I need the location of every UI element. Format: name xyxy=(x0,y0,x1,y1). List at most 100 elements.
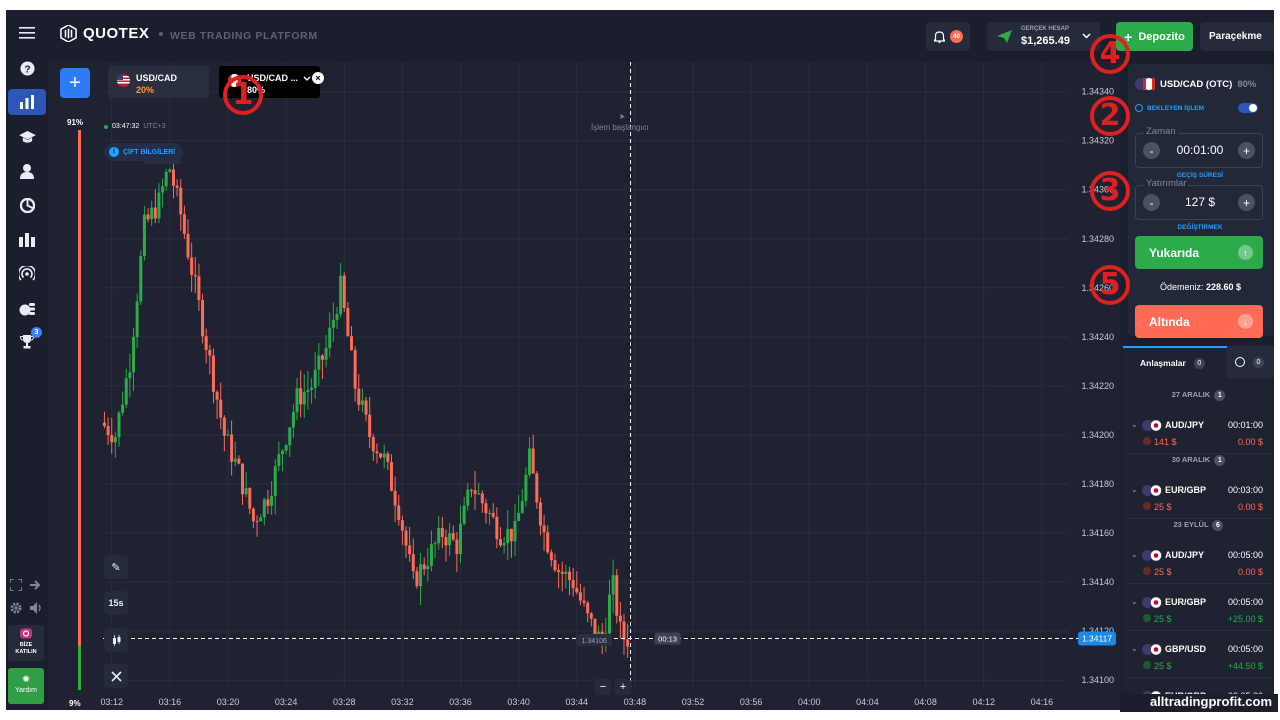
deal-divider xyxy=(1129,630,1273,631)
deal-row[interactable]: ⌄ EUR/GBP 00:03:00 25 $ 0.00 $ xyxy=(1129,477,1273,519)
candle-body xyxy=(222,417,226,436)
candle-body xyxy=(491,512,495,517)
account-type: GERÇEK HESAP xyxy=(1021,26,1070,32)
deal-row[interactable]: ⌄ GBP/USD 00:05:00 25 $ +44.50 $ xyxy=(1129,636,1273,678)
asset-name: USD/CAD (OTC) xyxy=(1160,78,1233,90)
down-button[interactable]: Altında ↓ xyxy=(1135,305,1263,338)
help-question-icon[interactable]: ? xyxy=(8,55,46,81)
signals-icon[interactable] xyxy=(8,261,46,287)
account-selector[interactable]: GERÇEK HESAP $1,265.49 xyxy=(987,22,1100,51)
withdraw-button[interactable]: Paraçekme xyxy=(1200,22,1274,51)
candles-type-icon[interactable] xyxy=(104,628,128,652)
time-field[interactable]: Zaman 00:01:00 - + GEÇİŞ SÜRESİ xyxy=(1135,126,1263,179)
candle-body xyxy=(506,528,510,544)
candle-body xyxy=(582,600,586,603)
leaderboard-trophy-icon[interactable]: 3 xyxy=(8,327,46,355)
close-tab-icon[interactable]: × xyxy=(312,72,324,84)
x-tick-label: 03:20 xyxy=(217,697,240,707)
market-icon[interactable] xyxy=(8,227,46,253)
candle-body xyxy=(575,588,579,593)
leaderboard-badge: 3 xyxy=(31,327,42,338)
candle-body xyxy=(339,275,343,315)
candle-body xyxy=(284,445,288,451)
arrow-down-icon xyxy=(1143,567,1151,575)
candle-body xyxy=(615,575,619,616)
chart-tab-1[interactable]: USD/CAD 20% xyxy=(108,66,209,98)
y-tick-label: 1.34200 xyxy=(1081,430,1114,440)
candle-body xyxy=(466,489,470,506)
y-tick-label: 1.34220 xyxy=(1081,381,1114,391)
education-icon[interactable] xyxy=(8,124,46,150)
y-tick-label: 1.34160 xyxy=(1081,528,1114,538)
deal-row[interactable]: ⌄ AUD/JPY 00:01:00 141 $ 0.00 $ xyxy=(1129,412,1273,454)
app-root: ? 3 BİZE KATILIN ✺ Yardım QUOTEX WEB TRA… xyxy=(0,0,1280,720)
history-tab[interactable]: 0 xyxy=(1227,346,1274,378)
candle-body xyxy=(386,453,390,462)
deals-date-header: 27 ARALIK 1 xyxy=(1123,390,1274,401)
zoom-out-button[interactable]: − xyxy=(595,679,611,695)
asset-header[interactable]: USD/CAD (OTC) 80% xyxy=(1135,78,1256,90)
candle-body xyxy=(244,488,248,495)
notifications-button[interactable]: 40 xyxy=(926,22,970,51)
candle-body xyxy=(462,505,466,524)
pending-trade-row[interactable]: BEKLEYEN İŞLEM xyxy=(1135,104,1204,112)
quotex-logo[interactable]: QUOTEX xyxy=(60,25,149,42)
price-chart[interactable]: 1.343401.343201.343001.342801.342601.342… xyxy=(48,62,1121,710)
arrow-up-icon xyxy=(1143,614,1151,622)
invest-plus-button[interactable]: + xyxy=(1238,194,1255,211)
candle-body xyxy=(593,618,597,637)
coins-icon[interactable] xyxy=(8,296,46,322)
candle-body xyxy=(404,530,408,546)
x-tick-label: 03:24 xyxy=(275,697,298,707)
join-us-button[interactable]: BİZE KATILIN xyxy=(8,625,44,661)
invest-sub-label[interactable]: DEĞİŞTİRMEK xyxy=(1136,216,1264,234)
x-tick-label: 03:28 xyxy=(333,697,356,707)
draw-pencil-icon[interactable]: ✎ xyxy=(104,555,128,579)
chevron-down-icon[interactable]: ⌄ xyxy=(1131,485,1138,494)
candle-body xyxy=(270,496,274,506)
arrow-up-icon: ↑ xyxy=(1238,245,1253,260)
time-plus-button[interactable]: + xyxy=(1238,142,1255,159)
invest-sub-text: DEĞİŞTİRMEK xyxy=(1175,224,1225,231)
candle-body xyxy=(368,414,372,437)
tab-payout: 20% xyxy=(136,85,155,95)
deals-date: 27 ARALIK xyxy=(1171,390,1211,399)
menu-icon[interactable] xyxy=(8,20,46,46)
candle-body xyxy=(411,554,415,572)
withdraw-label: Paraçekme xyxy=(1209,31,1262,42)
annotation-marker-1: 1 xyxy=(223,75,263,115)
time-minus-button[interactable]: - xyxy=(1143,142,1160,159)
trade-start-label: İşlem başlangıcı xyxy=(591,123,649,132)
chevron-down-icon[interactable]: ⌄ xyxy=(1131,550,1138,559)
candle-body xyxy=(186,233,190,258)
chevron-down-icon[interactable]: ⌄ xyxy=(1131,420,1138,429)
deal-duration: 00:05:00 xyxy=(1227,550,1263,560)
candle-body xyxy=(179,187,183,215)
chevron-down-icon[interactable]: ⌄ xyxy=(1131,644,1138,653)
timeframe-button[interactable]: 15s xyxy=(104,591,128,615)
candle-body xyxy=(469,489,473,491)
zoom-in-button[interactable]: + xyxy=(615,679,631,695)
add-chart-button[interactable]: + xyxy=(60,68,90,98)
chart-area[interactable]: 1.34340 1.34320 1.34300 1.34280 1.34260 1.342… xyxy=(48,62,1121,710)
sound-icon[interactable] xyxy=(26,595,46,621)
analytics-pie-icon[interactable] xyxy=(8,192,46,218)
profile-icon[interactable] xyxy=(8,158,46,184)
invest-minus-button[interactable]: - xyxy=(1143,194,1160,211)
pair-info-button[interactable]: i ÇİFT BİLGİLERİ xyxy=(104,143,184,161)
help-button[interactable]: ✺ Yardım xyxy=(8,668,44,704)
toggle-knob xyxy=(1249,104,1257,112)
candle-body xyxy=(328,327,332,348)
chevron-down-icon[interactable]: ⌄ xyxy=(1131,597,1138,606)
deal-row[interactable]: ⌄ EUR/GBP 00:05:00 25 $ +25.00 $ xyxy=(1129,589,1273,631)
pending-toggle[interactable] xyxy=(1238,103,1258,113)
trading-chart-icon[interactable] xyxy=(8,89,46,115)
settings-gear-icon[interactable] xyxy=(6,595,26,621)
deals-tab[interactable]: Anlaşmalar 0 xyxy=(1123,346,1227,378)
candle-body xyxy=(164,171,168,187)
annotation-marker-2: 2 xyxy=(1090,96,1130,136)
up-button[interactable]: Yukarıda ↑ xyxy=(1135,236,1263,269)
investment-field[interactable]: Yatırımlar 127 $ - + DEĞİŞTİRMEK xyxy=(1135,178,1263,231)
indicators-icon[interactable] xyxy=(104,664,128,688)
deal-row[interactable]: ⌄ AUD/JPY 00:05:00 25 $ 0.00 $ xyxy=(1129,542,1273,584)
